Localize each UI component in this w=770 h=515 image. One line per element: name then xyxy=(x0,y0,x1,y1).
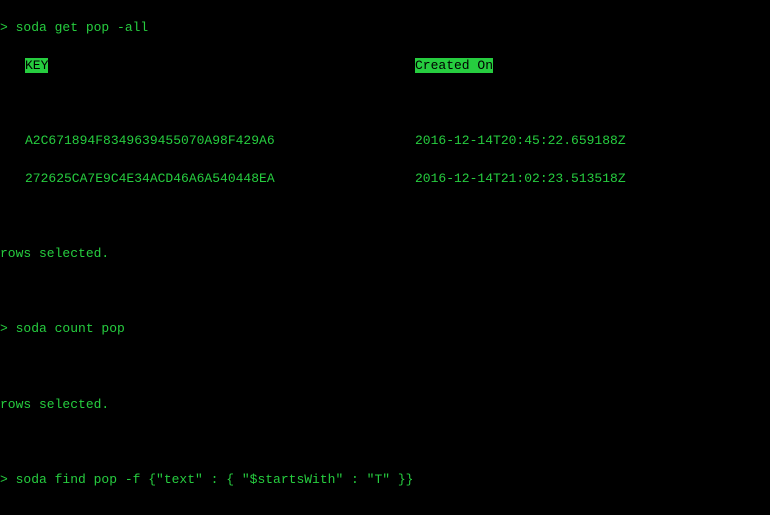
cell-created: 2016-12-14T21:02:23.513518Z xyxy=(415,171,626,186)
cell-created: 2016-12-14T20:45:22.659188Z xyxy=(415,133,626,148)
command-line: > soda get pop -all xyxy=(0,19,770,38)
column-header-created: Created On xyxy=(415,58,493,73)
cell-key: 272625CA7E9C4E34ACD46A6A540448EA xyxy=(25,170,415,189)
cell-key: A2C671894F8349639455070A98F429A6 xyxy=(25,132,415,151)
table-header-row: KEY Created On xyxy=(0,57,770,76)
terminal-output: > soda get pop -all KEY Created On A2C671… xyxy=(0,0,770,515)
table-row: 272625CA7E9C4E34ACD46A6A540448EA2016-12-… xyxy=(0,170,770,189)
command-line: > soda find pop -f {"text" : { "$startsW… xyxy=(0,471,770,490)
table-row: A2C671894F8349639455070A98F429A62016-12-… xyxy=(0,132,770,151)
rows-selected-text: rows selected. xyxy=(0,396,770,415)
command-line: > soda count pop xyxy=(0,320,770,339)
rows-selected-text: rows selected. xyxy=(0,245,770,264)
column-header-key: KEY xyxy=(25,58,48,73)
